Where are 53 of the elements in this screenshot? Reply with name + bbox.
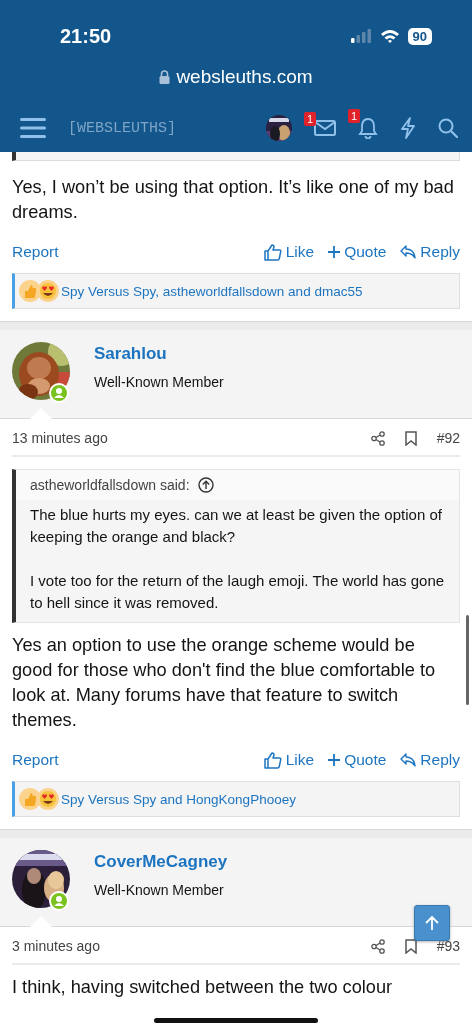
quote-author[interactable]: astheworldfallsdown said: — [30, 477, 190, 493]
quote-text: The blue hurts my eyes. can we at least be given the option of keeping the orange and black? — [30, 505, 443, 547]
lightning-icon[interactable] — [400, 117, 416, 139]
thumbs-up-icon — [263, 243, 282, 261]
signal-icon — [349, 29, 372, 43]
bell-icon[interactable] — [358, 117, 378, 139]
username-link[interactable]: CoverMeCagney — [94, 852, 228, 872]
bookmark-icon[interactable] — [404, 430, 417, 446]
plus-icon — [328, 754, 341, 766]
like-button[interactable]: Like — [263, 751, 315, 769]
share-icon[interactable] — [370, 430, 385, 446]
site-logo[interactable]: [WEBSLEUTHS] — [68, 119, 177, 137]
share-icon[interactable] — [370, 938, 385, 954]
reply-button[interactable]: Reply — [400, 243, 460, 261]
clock-time: 21:50 — [60, 24, 112, 48]
post-number[interactable]: #92 — [436, 430, 460, 446]
quote-text: I vote too for the return of the laugh emoji. The world has gone to hell since it was removed. — [30, 571, 445, 613]
reply-button[interactable]: Reply — [400, 751, 460, 769]
user-title: Well-Known Member — [94, 374, 224, 390]
quote-button[interactable]: Quote — [328, 751, 387, 769]
report-link[interactable]: Report — [12, 243, 59, 261]
reaction-users: Spy Versus Spy and HongKongPhooey — [61, 791, 296, 807]
post-text: I think, having switched between the two colour — [12, 976, 394, 999]
battery-level: 90 — [407, 27, 432, 45]
search-icon[interactable] — [438, 118, 458, 138]
like-button[interactable]: Like — [263, 243, 315, 261]
notification-count: 1 — [348, 109, 361, 123]
up-arrow-icon — [425, 915, 439, 931]
mail-icon[interactable] — [314, 120, 336, 136]
reply-arrow-icon — [400, 753, 417, 767]
reactions-bar[interactable]: Spy Versus Spy, astheworldfallsdown and dmac55 — [12, 273, 460, 309]
wifi-icon — [379, 29, 400, 43]
heart-eyes-emoji-icon — [37, 280, 59, 302]
bookmark-icon[interactable] — [404, 938, 417, 954]
thumbs-up-icon — [263, 751, 282, 769]
post-text: Yes, I won’t be using that option. It’s like one of my bad dreams. — [12, 176, 455, 224]
post-text: Yes an option to use the orange scheme would be good for those who don't find the blue comfortable to look at. Many forums have that feature to switch themes. — [12, 634, 437, 732]
post-number[interactable]: #93 — [436, 938, 460, 954]
post-time[interactable]: 3 minutes ago — [12, 938, 100, 954]
plus-icon — [328, 246, 341, 258]
report-link[interactable]: Report — [12, 751, 59, 769]
username-link[interactable]: Sarahlou — [94, 344, 224, 364]
heart-eyes-emoji-icon — [37, 788, 59, 810]
scroll-to-top-button[interactable] — [414, 905, 450, 941]
lock-icon — [159, 70, 171, 84]
notification-count: 1 — [304, 112, 317, 126]
reply-arrow-icon — [400, 245, 417, 259]
user-title: Well-Known Member — [94, 882, 225, 898]
quote-button[interactable]: Quote — [328, 243, 387, 261]
reactions-bar[interactable]: Spy Versus Spy and HongKongPhooey — [12, 781, 460, 817]
menu-icon[interactable] — [20, 117, 46, 139]
reaction-users: Spy Versus Spy, astheworldfallsdown and dmac55 — [61, 283, 363, 299]
post-time[interactable]: 13 minutes ago — [12, 430, 108, 446]
